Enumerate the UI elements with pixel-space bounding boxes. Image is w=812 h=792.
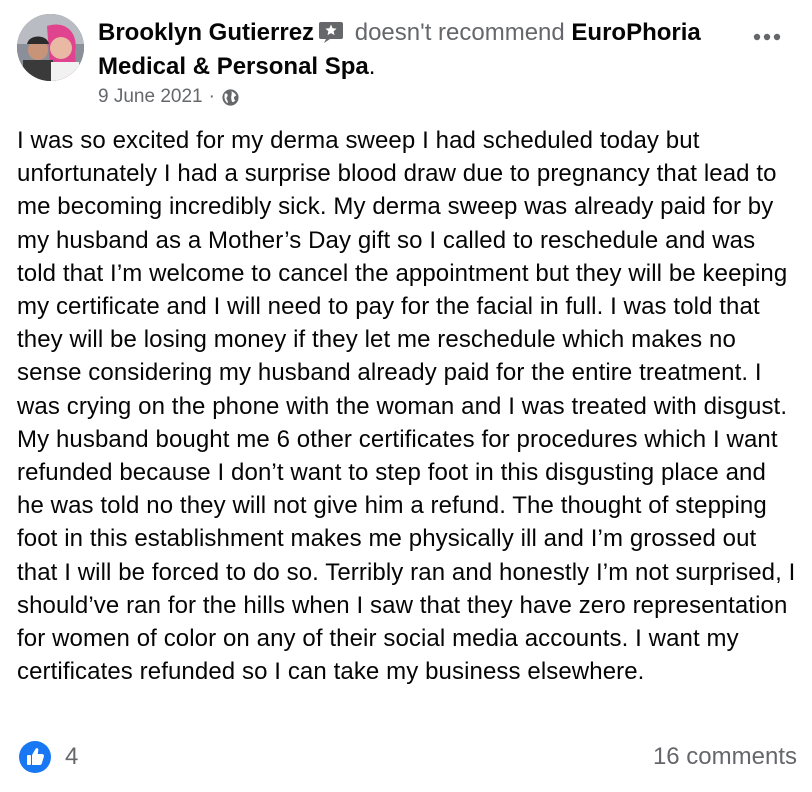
more-options-icon[interactable] xyxy=(752,30,782,42)
like-count[interactable]: 4 xyxy=(65,743,78,771)
review-body: I was so excited for my derma sweep I ha… xyxy=(17,127,796,686)
recommendation-status: doesn't recommend xyxy=(354,19,565,46)
post-meta: 9 June 2021 · xyxy=(98,86,240,108)
post-date[interactable]: 9 June 2021 xyxy=(98,86,203,108)
avatar-photo xyxy=(17,14,84,81)
post-footer: 4 16 comments xyxy=(17,740,797,774)
avatar[interactable] xyxy=(17,14,84,81)
post-headline: Brooklyn Gutierrez doesn't recommend Eur… xyxy=(98,16,718,84)
headline-period: . xyxy=(368,53,376,80)
review-post: Brooklyn Gutierrez doesn't recommend Eur… xyxy=(0,0,812,792)
author-name[interactable]: Brooklyn Gutierrez xyxy=(98,19,314,46)
meta-separator: · xyxy=(208,86,215,107)
comments-count[interactable]: 16 comments xyxy=(653,743,797,771)
star-badge-icon xyxy=(318,19,344,43)
like-thumb-icon[interactable] xyxy=(19,741,51,773)
globe-icon[interactable] xyxy=(221,88,240,107)
post-header: Brooklyn Gutierrez doesn't recommend Eur… xyxy=(17,12,777,112)
